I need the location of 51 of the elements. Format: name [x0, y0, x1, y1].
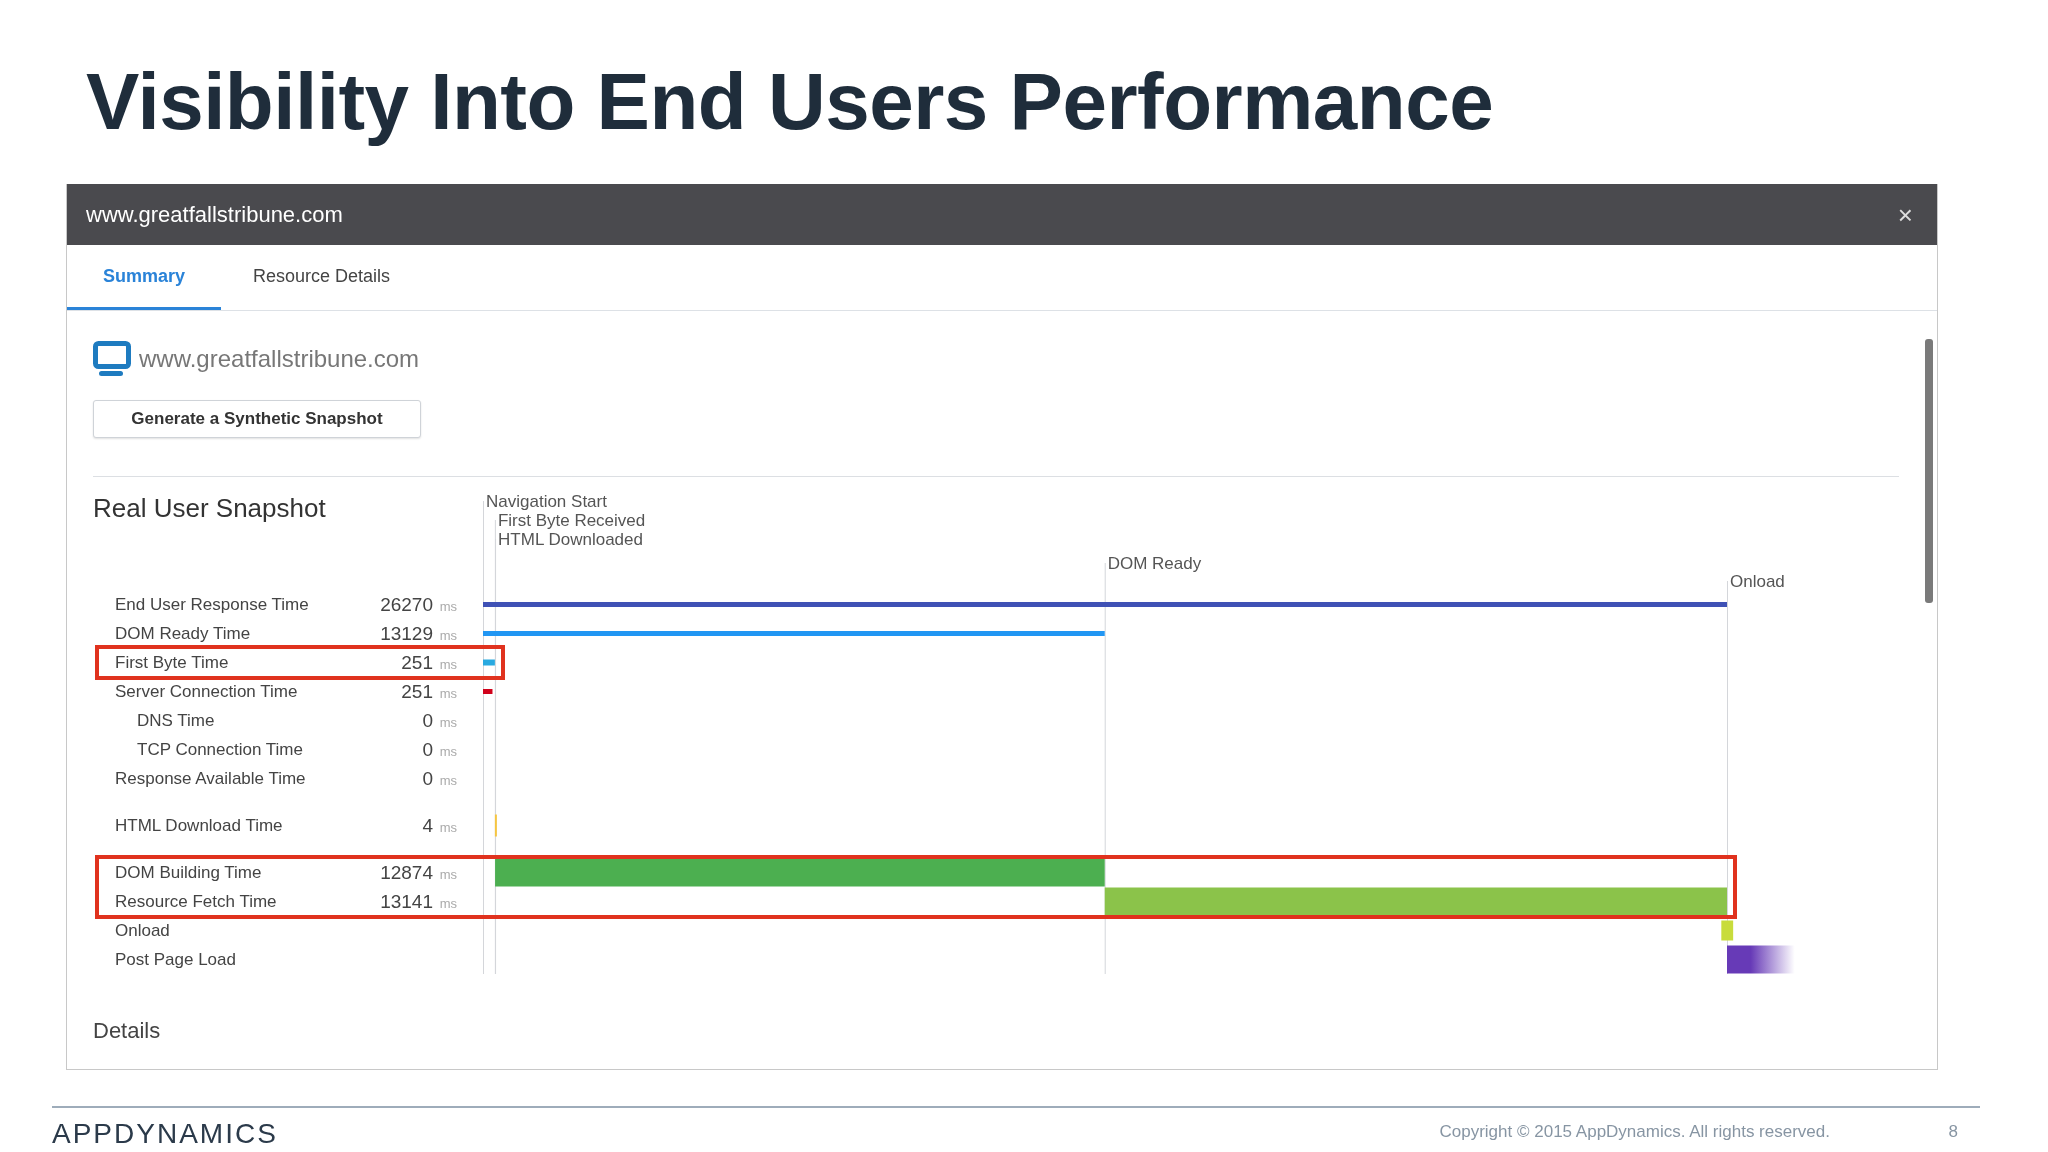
copyright-text: Copyright © 2015 AppDynamics. All rights reserved. [1439, 1122, 1830, 1142]
tab[interactable]: Resource Details [221, 245, 423, 310]
metric-label: Resource Fetch Time [115, 891, 277, 912]
metric-label: Server Connection Time [115, 681, 298, 702]
marker-label: DOM Ready [1107, 555, 1202, 572]
metric-value: 12874 [380, 861, 433, 884]
unit-label: ms [439, 599, 457, 614]
metric-value: 4 [422, 814, 433, 837]
marker-label: Navigation Start [486, 493, 607, 510]
page-number: 8 [1948, 1122, 1958, 1142]
slide-title: Visibility Into End Users Performance [86, 56, 1494, 148]
metric-value: 251 [401, 680, 433, 703]
tab[interactable]: Summary [67, 245, 221, 310]
metric-label: TCP Connection Time [137, 739, 303, 760]
metric-value: 251 [401, 651, 433, 674]
section-title: Details [93, 1018, 162, 1044]
metric-value: 0 [422, 709, 433, 732]
marker-label: Onload [1730, 573, 1785, 590]
section-title: Real User Snapshot [93, 493, 326, 524]
metric-value: 0 [422, 767, 433, 790]
unit-label: ms [439, 773, 457, 788]
metric-value: 0 [422, 738, 433, 761]
metric-value: 13141 [380, 890, 433, 913]
unit-label: ms [439, 715, 457, 730]
unit-label: ms [439, 657, 457, 672]
metric-label: Response Available Time [115, 768, 306, 789]
marker-label: HTML Downloaded [498, 531, 643, 548]
metric-value: 13129 [380, 622, 433, 645]
metric-label: First Byte Time [115, 652, 229, 673]
metric-label: HTML Download Time [115, 815, 283, 836]
close-button[interactable]: × [1893, 201, 1917, 228]
monitor-icon [93, 341, 131, 377]
window-title: www.greatfallstribune.com [86, 201, 343, 228]
scrollbar[interactable] [1925, 339, 1933, 603]
unit-label: ms [439, 628, 457, 643]
metric-value: 26270 [380, 593, 433, 616]
unit-label: ms [439, 686, 457, 701]
marker-label: First Byte Received [497, 512, 646, 529]
page-url: www.greatfallstribune.com [139, 345, 420, 373]
unit-label: ms [439, 867, 457, 882]
metric-label: DOM Ready Time [115, 623, 251, 644]
unit-label: ms [439, 896, 457, 911]
unit-label: ms [439, 744, 457, 759]
metric-label: DOM Building Time [115, 862, 262, 883]
metric-label: DNS Time [137, 710, 215, 731]
generate-snapshot-button[interactable]: Generate a Synthetic Snapshot [93, 400, 421, 438]
metric-label: End User Response Time [115, 594, 309, 615]
company-logo: APPDYNAMICS [52, 1118, 278, 1150]
metric-label: Post Page Load [115, 949, 236, 970]
unit-label: ms [439, 820, 457, 835]
metric-label: Onload [115, 920, 170, 941]
